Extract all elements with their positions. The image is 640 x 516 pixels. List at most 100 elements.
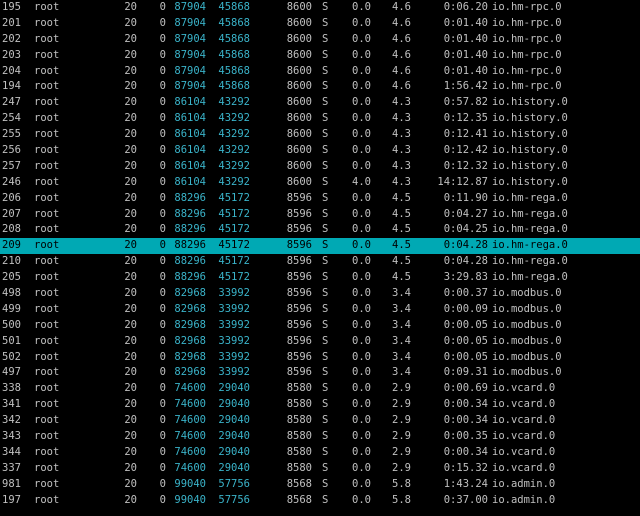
process-row[interactable]: 195 root 20 0 87904 45868 8600 S 0.0 4.6 0:06.20 io… bbox=[0, 0, 640, 16]
process-row[interactable]: 500 root 20 0 82968 33992 8596 S 0.0 3.4 0:00.05 io… bbox=[0, 318, 640, 334]
process-row[interactable]: 207 root 20 0 88296 45172 8596 S 0.0 4.5 0:04.27 io… bbox=[0, 207, 640, 223]
process-row[interactable]: 204 root 20 0 87904 45868 8600 S 0.0 4.6 0:01.40 io… bbox=[0, 64, 640, 80]
process-row[interactable]: 338 root 20 0 74600 29040 8580 S 0.0 2.9 0:00.69 io… bbox=[0, 381, 640, 397]
command-cell: io.history.0 bbox=[492, 128, 568, 141]
user-cell: root bbox=[34, 477, 60, 490]
state-cell: S bbox=[322, 175, 329, 188]
time-cell: 0:00.34 bbox=[443, 445, 488, 458]
mem-cell: 4.3 bbox=[392, 144, 411, 157]
user-cell: root bbox=[34, 445, 60, 458]
user-cell: root bbox=[34, 144, 60, 157]
process-row[interactable]: 256 root 20 0 86104 43292 8600 S 0.0 4.3 0:12.42 io… bbox=[0, 143, 640, 159]
virt-cell: 88296 bbox=[174, 239, 206, 252]
priority-cell: 20 bbox=[124, 112, 137, 125]
res-cell: 33992 bbox=[218, 302, 250, 315]
virt-cell: 87904 bbox=[174, 48, 206, 61]
process-row[interactable]: 502 root 20 0 82968 33992 8596 S 0.0 3.4 0:00.05 io… bbox=[0, 350, 640, 366]
command-cell: io.vcard.0 bbox=[492, 414, 556, 427]
process-row[interactable]: 498 root 20 0 82968 33992 8596 S 0.0 3.4 0:00.37 io… bbox=[0, 286, 640, 302]
process-row[interactable]: 202 root 20 0 87904 45868 8600 S 0.0 4.6 0:01.40 io… bbox=[0, 32, 640, 48]
process-row[interactable]: 203 root 20 0 87904 45868 8600 S 0.0 4.6 0:01.40 io… bbox=[0, 48, 640, 64]
priority-cell: 20 bbox=[124, 144, 137, 157]
pid-cell: 981 bbox=[2, 477, 21, 490]
command-cell: io.admin.0 bbox=[492, 477, 556, 490]
priority-cell: 20 bbox=[124, 302, 137, 315]
time-cell: 0:12.41 bbox=[443, 128, 488, 141]
nice-cell: 0 bbox=[159, 493, 166, 506]
cpu-cell: 0.0 bbox=[352, 477, 371, 490]
virt-cell: 74600 bbox=[174, 445, 206, 458]
process-row[interactable]: 205 root 20 0 88296 45172 8596 S 0.0 4.5 3:29.83 io… bbox=[0, 270, 640, 286]
process-row[interactable]: 499 root 20 0 82968 33992 8596 S 0.0 3.4 0:00.09 io… bbox=[0, 302, 640, 318]
nice-cell: 0 bbox=[159, 48, 166, 61]
command-cell: io.hm-rpc.0 bbox=[492, 1, 562, 13]
mem-cell: 4.6 bbox=[392, 64, 411, 77]
process-row[interactable]: 206 root 20 0 88296 45172 8596 S 0.0 4.5 0:11.90 io… bbox=[0, 191, 640, 207]
nice-cell: 0 bbox=[159, 318, 166, 331]
cpu-cell: 0.0 bbox=[352, 48, 371, 61]
cpu-cell: 0.0 bbox=[352, 287, 371, 300]
res-cell: 45868 bbox=[218, 32, 250, 45]
nice-cell: 0 bbox=[159, 175, 166, 188]
process-row[interactable]: 343 root 20 0 74600 29040 8580 S 0.0 2.9 0:00.35 io… bbox=[0, 429, 640, 445]
shr-cell: 8596 bbox=[286, 271, 312, 284]
time-cell: 0:12.35 bbox=[443, 112, 488, 125]
process-row[interactable]: 194 root 20 0 87904 45868 8600 S 0.0 4.6 1:56.42 io… bbox=[0, 79, 640, 95]
mem-cell: 4.5 bbox=[392, 223, 411, 236]
time-cell: 0:01.40 bbox=[443, 48, 488, 61]
process-row[interactable]: 501 root 20 0 82968 33992 8596 S 0.0 3.4 0:00.05 io… bbox=[0, 334, 640, 350]
nice-cell: 0 bbox=[159, 271, 166, 284]
process-row[interactable]: 247 root 20 0 86104 43292 8600 S 0.0 4.3 0:57.82 io… bbox=[0, 95, 640, 111]
pid-cell: 255 bbox=[2, 128, 21, 141]
virt-cell: 87904 bbox=[174, 1, 206, 13]
priority-cell: 20 bbox=[124, 1, 137, 13]
cpu-cell: 0.0 bbox=[352, 445, 371, 458]
process-row[interactable]: 497 root 20 0 82968 33992 8596 S 0.0 3.4 0:09.31 io… bbox=[0, 365, 640, 381]
process-row[interactable]: 201 root 20 0 87904 45868 8600 S 0.0 4.6 0:01.40 io… bbox=[0, 16, 640, 32]
res-cell: 45868 bbox=[218, 48, 250, 61]
nice-cell: 0 bbox=[159, 255, 166, 268]
process-row-selected[interactable]: 209 root 20 0 88296 45172 8596 S 0.0 4.5 0:04.28 io… bbox=[0, 238, 640, 255]
process-row[interactable]: 257 root 20 0 86104 43292 8600 S 0.0 4.3 0:12.32 io… bbox=[0, 159, 640, 175]
user-cell: root bbox=[34, 32, 60, 45]
process-row[interactable]: 254 root 20 0 86104 43292 8600 S 0.0 4.3 0:12.35 io… bbox=[0, 111, 640, 127]
process-row[interactable]: 981 root 20 0 99040 57756 8568 S 0.0 5.8 1:43.24 io… bbox=[0, 477, 640, 493]
virt-cell: 87904 bbox=[174, 64, 206, 77]
command-cell: io.modbus.0 bbox=[492, 334, 562, 347]
process-row[interactable]: 341 root 20 0 74600 29040 8580 S 0.0 2.9 0:00.34 io… bbox=[0, 397, 640, 413]
res-cell: 29040 bbox=[218, 398, 250, 411]
command-cell: io.modbus.0 bbox=[492, 318, 562, 331]
res-cell: 45868 bbox=[218, 80, 250, 93]
command-cell: io.history.0 bbox=[492, 96, 568, 109]
res-cell: 45172 bbox=[218, 207, 250, 220]
process-row[interactable]: 344 root 20 0 74600 29040 8580 S 0.0 2.9 0:00.34 io… bbox=[0, 445, 640, 461]
state-cell: S bbox=[322, 64, 329, 77]
virt-cell: 99040 bbox=[174, 477, 206, 490]
shr-cell: 8568 bbox=[286, 477, 312, 490]
process-row[interactable]: 210 root 20 0 88296 45172 8596 S 0.0 4.5 0:04.28 io… bbox=[0, 254, 640, 270]
process-row[interactable]: 255 root 20 0 86104 43292 8600 S 0.0 4.3 0:12.41 io… bbox=[0, 127, 640, 143]
process-row[interactable]: 337 root 20 0 74600 29040 8580 S 0.0 2.9 0:15.32 io… bbox=[0, 461, 640, 477]
user-cell: root bbox=[34, 334, 60, 347]
user-cell: root bbox=[34, 16, 60, 29]
mem-cell: 3.4 bbox=[392, 366, 411, 379]
user-cell: root bbox=[34, 318, 60, 331]
command-cell: io.hm-rega.0 bbox=[492, 255, 568, 268]
mem-cell: 4.5 bbox=[392, 207, 411, 220]
priority-cell: 20 bbox=[124, 271, 137, 284]
process-row[interactable]: 246 root 20 0 86104 43292 8600 S 4.0 4.3 14:12.87 i… bbox=[0, 175, 640, 191]
state-cell: S bbox=[322, 32, 329, 45]
state-cell: S bbox=[322, 48, 329, 61]
state-cell: S bbox=[322, 128, 329, 141]
shr-cell: 8600 bbox=[286, 112, 312, 125]
nice-cell: 0 bbox=[159, 80, 166, 93]
process-row[interactable]: 208 root 20 0 88296 45172 8596 S 0.0 4.5 0:04.25 io… bbox=[0, 222, 640, 238]
virt-cell: 74600 bbox=[174, 398, 206, 411]
user-cell: root bbox=[34, 239, 60, 252]
process-row[interactable]: 342 root 20 0 74600 29040 8580 S 0.0 2.9 0:00.34 io… bbox=[0, 413, 640, 429]
pid-cell: 501 bbox=[2, 334, 21, 347]
process-row[interactable]: 197 root 20 0 99040 57756 8568 S 0.0 5.8 0:37.00 io… bbox=[0, 493, 640, 509]
time-cell: 0:57.82 bbox=[443, 96, 488, 109]
command-cell: io.hm-rega.0 bbox=[492, 191, 568, 204]
user-cell: root bbox=[34, 493, 60, 506]
